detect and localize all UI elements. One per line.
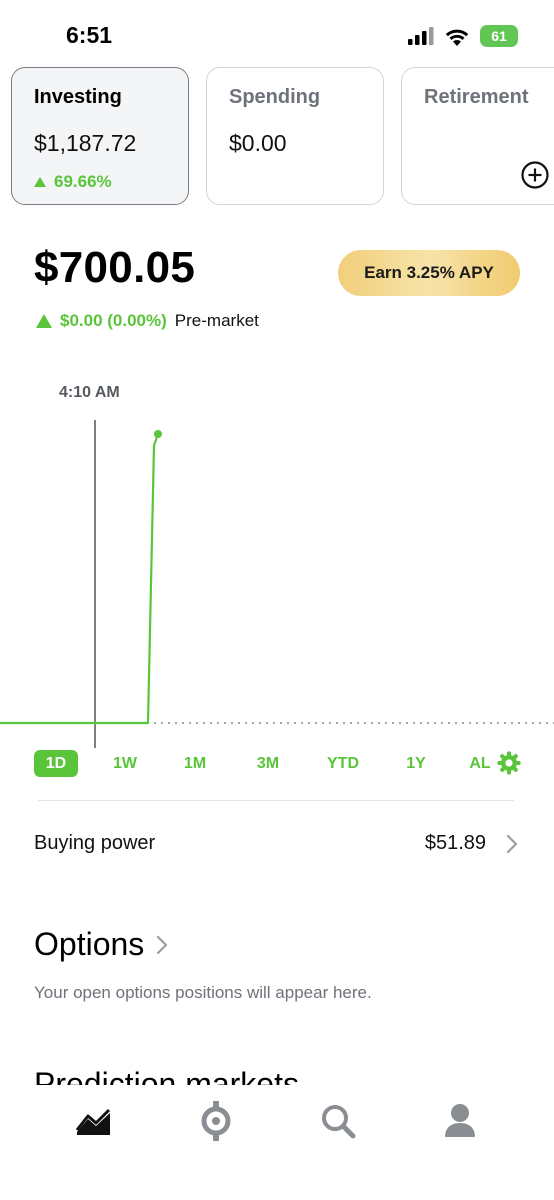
buying-power-value: $51.89 [424,832,486,854]
wifi-icon [445,29,469,46]
up-triangle-icon [34,177,46,187]
account-card-change-value: 69.66% [54,172,112,191]
range-tab-1y[interactable]: 1Y [396,750,436,777]
status-icons: 61 [408,25,518,47]
account-card-change: 69.66% [34,172,112,192]
battery-icon: 61 [480,25,518,47]
session-label: Pre-market [174,311,259,330]
day-change: $0.00 (0.00%) Pre-market [36,311,259,331]
signal-icon [408,27,434,45]
status-time: 6:51 [66,22,113,48]
options-heading[interactable]: Options [34,926,168,963]
buying-power-label: Buying power [34,832,156,854]
up-triangle-icon [36,314,52,328]
range-tab-1d[interactable]: 1D [34,750,78,777]
current-value-point [154,430,162,438]
account-card-investing[interactable]: Investing $1,187.72 69.66% [11,67,189,205]
day-change-value: $0.00 (0.00%) [60,311,167,330]
tab-bar [0,1085,554,1200]
series-line [0,433,160,725]
crypto-icon [201,1101,231,1141]
tab-account[interactable] [440,1101,480,1141]
options-title: Options [34,926,145,962]
account-card-spending[interactable]: Spending $0.00 [206,67,384,205]
range-tabs: 1D 1W 1M 3M YTD 1Y AL [0,750,554,780]
account-card-title: Investing [34,86,122,108]
portfolio-chart[interactable] [0,370,554,750]
range-tab-1w[interactable]: 1W [104,750,146,777]
portfolio-value: $700.05 [34,243,196,292]
tab-investing[interactable] [74,1101,114,1141]
account-card-title: Retirement [424,86,529,108]
search-icon [322,1105,356,1139]
divider [38,800,514,801]
earn-apy-button[interactable]: Earn 3.25% APY [338,250,520,296]
chevron-right-icon [157,935,168,954]
account-icon [445,1104,475,1137]
buying-power-row[interactable]: Buying power $51.89 [34,826,518,866]
account-card-value: $0.00 [229,130,287,156]
options-subtitle: Your open options positions will appear … [34,983,372,1002]
gear-icon[interactable] [497,751,521,775]
range-tab-ytd[interactable]: YTD [320,750,366,777]
account-card-retirement[interactable]: Retirement [401,67,554,205]
range-tab-3m[interactable]: 3M [246,750,290,777]
chevron-right-icon [506,834,518,854]
plus-circle-icon[interactable] [520,160,550,190]
range-tab-al[interactable]: AL [466,750,494,777]
prediction-markets-heading[interactable]: Prediction markets [34,1066,299,1085]
status-bar: 6:51 61 [0,0,554,70]
range-tab-1m[interactable]: 1M [174,750,216,777]
tab-crypto[interactable] [196,1101,236,1141]
account-card-value: $1,187.72 [34,130,137,156]
account-card-title: Spending [229,86,321,108]
account-cards: Investing $1,187.72 69.66% Spending $0.0… [11,67,554,207]
investing-chart-icon [76,1108,111,1135]
tab-search[interactable] [318,1101,358,1141]
